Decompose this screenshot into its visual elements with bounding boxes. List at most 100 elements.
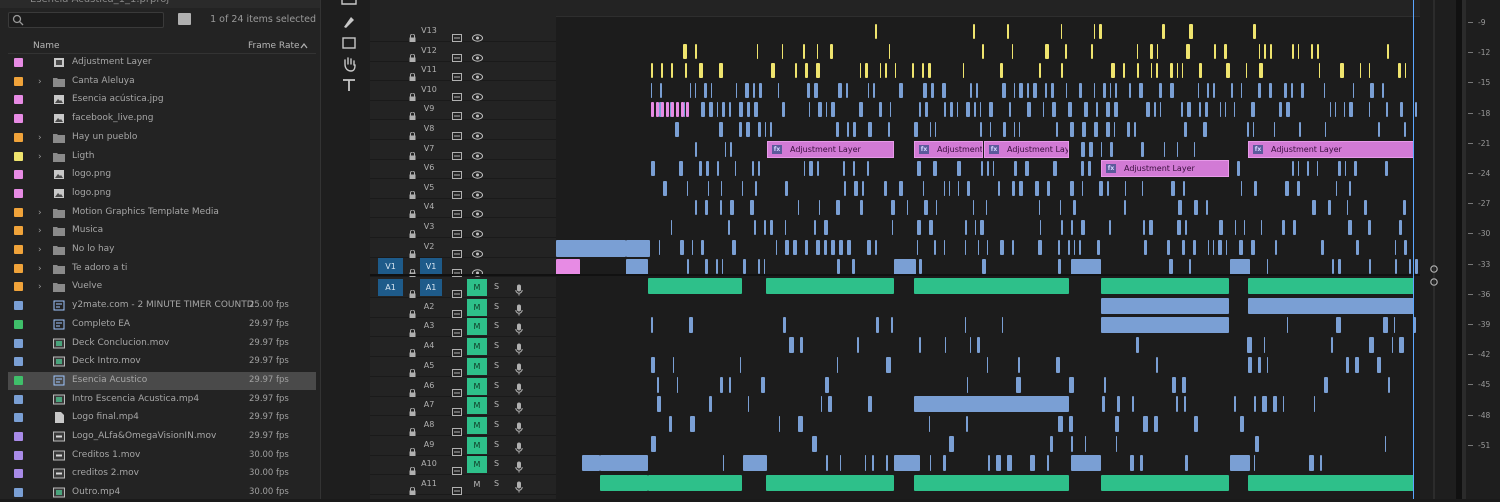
timeline-clip[interactable] [722, 102, 725, 118]
timeline-clip[interactable] [681, 102, 684, 118]
timeline-clip[interactable] [958, 180, 959, 196]
sync-lock-icon[interactable] [452, 322, 462, 338]
timeline-clip[interactable] [782, 43, 783, 59]
timeline-clip[interactable] [1068, 102, 1072, 118]
timeline-clip[interactable] [973, 24, 975, 39]
audio-clip[interactable] [1399, 337, 1404, 354]
audio-clip[interactable] [840, 455, 841, 472]
label-color-chip[interactable] [14, 226, 23, 236]
timeline-clip[interactable] [1247, 122, 1249, 137]
timeline-clip[interactable] [917, 220, 921, 235]
timeline-clip[interactable] [1291, 82, 1293, 98]
timeline-clip[interactable] [754, 220, 756, 235]
audio-clip[interactable] [1255, 435, 1259, 452]
expand-chevron-icon[interactable]: › [38, 152, 46, 162]
timeline-clip[interactable] [728, 220, 730, 235]
timeline-vertical-scrollbar[interactable] [1428, 0, 1440, 499]
timeline-clip[interactable] [1058, 259, 1061, 275]
timeline-clip[interactable] [853, 161, 855, 177]
timeline-clip[interactable] [1115, 82, 1117, 98]
timeline-clip[interactable] [1178, 200, 1182, 216]
audio-clip[interactable] [1258, 356, 1261, 373]
lock-icon[interactable] [409, 303, 416, 318]
expand-chevron-icon[interactable]: › [38, 245, 46, 255]
expand-chevron-icon[interactable]: › [38, 264, 46, 274]
audio-clip[interactable] [783, 317, 786, 334]
sync-lock-icon[interactable] [452, 125, 462, 140]
timeline-clip[interactable] [1208, 239, 1209, 255]
timeline-clip[interactable] [695, 43, 697, 59]
timeline-clip[interactable] [1369, 259, 1371, 275]
audio-clip[interactable] [914, 396, 1069, 413]
timeline-clip[interactable] [1297, 180, 1300, 196]
timeline-clip[interactable] [899, 82, 903, 98]
timeline-clip[interactable] [758, 161, 760, 177]
audio-clip[interactable] [1182, 376, 1186, 393]
audio-clip[interactable] [988, 455, 990, 472]
audio-clip[interactable] [1069, 376, 1074, 393]
timeline-clip[interactable] [1338, 259, 1341, 275]
audio-clip[interactable] [1355, 356, 1359, 373]
audio-clip[interactable] [872, 455, 874, 472]
label-color-chip[interactable] [14, 394, 23, 404]
timeline-clip[interactable] [1081, 161, 1084, 177]
audio-clip[interactable] [748, 396, 749, 413]
audio-clip[interactable] [886, 356, 891, 373]
timeline-clip[interactable] [684, 102, 685, 118]
project-item[interactable]: Logo final.mp4 29.97 fps [8, 409, 316, 427]
timeline-clip[interactable] [1079, 82, 1082, 98]
timeline-clip[interactable] [1267, 259, 1268, 275]
timeline-clip[interactable] [1082, 122, 1086, 137]
timeline-clip[interactable] [919, 102, 921, 118]
timeline-clip[interactable] [981, 161, 983, 177]
sync-lock-icon[interactable] [452, 145, 462, 160]
timeline-clip[interactable] [1345, 161, 1346, 177]
timeline-clip[interactable] [1101, 141, 1102, 157]
label-color-chip[interactable] [14, 338, 23, 348]
timeline-clip[interactable] [1259, 63, 1263, 79]
sync-lock-icon[interactable] [452, 382, 462, 397]
timeline-clip[interactable] [1317, 43, 1319, 59]
eye-icon[interactable] [472, 223, 483, 238]
timeline-clip[interactable] [1177, 141, 1178, 157]
timeline-clip[interactable] [805, 239, 808, 255]
timeline-clip[interactable] [1159, 82, 1162, 98]
playhead-line[interactable] [1413, 0, 1414, 499]
adjustment-layer-clip[interactable]: fx Adjustment Layer [1101, 160, 1229, 178]
timeline-clip[interactable] [1311, 43, 1313, 59]
timeline-clip[interactable] [750, 200, 754, 216]
timeline-clip[interactable] [730, 200, 734, 216]
audio-clip[interactable] [1047, 455, 1049, 472]
timeline-clip[interactable] [1349, 102, 1353, 118]
timeline-clip[interactable] [957, 161, 961, 177]
timeline-clip[interactable] [1399, 220, 1402, 235]
timeline-clip[interactable] [980, 220, 984, 235]
timeline-clip[interactable] [1127, 122, 1130, 137]
solo-button[interactable]: S [494, 381, 499, 390]
timeline-clip[interactable] [862, 180, 864, 196]
timeline-clip[interactable] [765, 122, 766, 137]
audio-clip[interactable] [582, 455, 600, 472]
sort-ascending-icon[interactable] [300, 43, 308, 49]
timeline-clip[interactable] [1014, 122, 1015, 137]
audio-clip[interactable] [1394, 317, 1395, 334]
timeline-clip[interactable] [1084, 102, 1088, 118]
timeline-clip[interactable] [917, 239, 918, 255]
timeline-clip[interactable] [1340, 63, 1344, 79]
timeline-clip[interactable] [675, 122, 679, 137]
timeline-clip[interactable] [1317, 161, 1318, 177]
timeline-clip[interactable] [671, 220, 672, 235]
timeline-clip[interactable] [1338, 161, 1341, 177]
timeline-clip[interactable] [944, 180, 945, 196]
audio-clip[interactable] [1176, 396, 1178, 413]
timeline-clip[interactable] [966, 102, 970, 118]
timeline-clip[interactable] [1014, 161, 1017, 177]
timeline-clip[interactable] [1014, 82, 1015, 98]
solo-button[interactable]: S [494, 282, 499, 291]
timeline-clip[interactable] [912, 63, 914, 79]
sync-lock-icon[interactable] [452, 203, 462, 219]
timeline-clip[interactable] [695, 141, 697, 157]
timeline-clip[interactable] [1038, 239, 1042, 255]
timeline-clip[interactable] [1027, 102, 1031, 118]
timeline-clip[interactable] [754, 102, 758, 118]
